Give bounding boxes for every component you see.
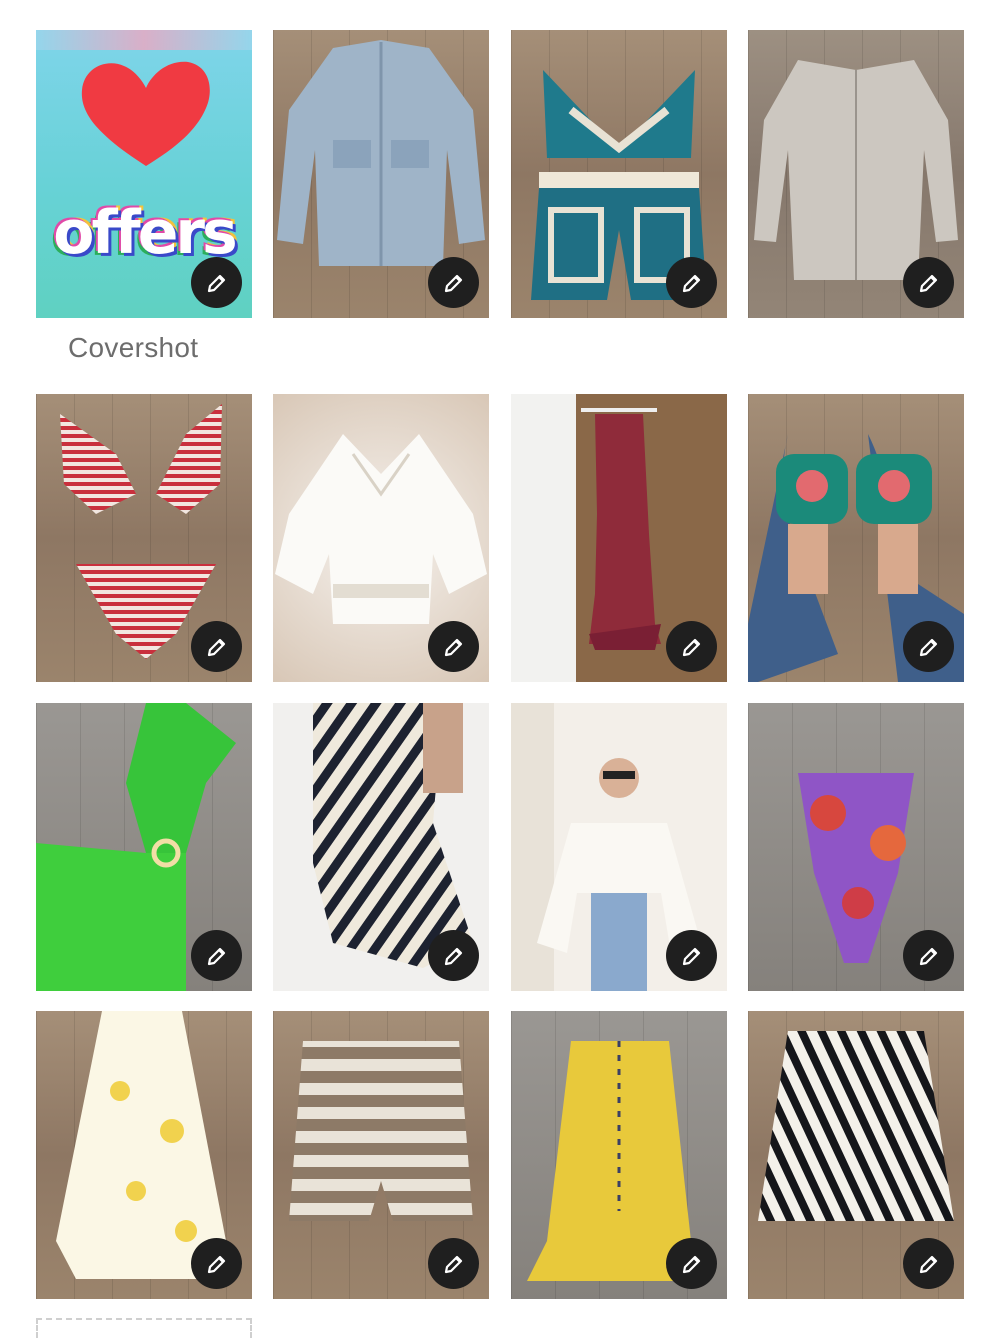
pencil-icon bbox=[682, 638, 700, 656]
edit-button[interactable] bbox=[428, 930, 479, 981]
edit-button[interactable] bbox=[903, 1238, 954, 1289]
pencil-icon bbox=[444, 638, 462, 656]
covershot-label: Covershot bbox=[68, 332, 199, 363]
pencil-icon bbox=[207, 638, 225, 656]
pencil-icon bbox=[207, 947, 225, 965]
pencil-icon bbox=[444, 1255, 462, 1273]
listing-photo-zebra-mini-skirt[interactable] bbox=[748, 1011, 964, 1299]
edit-button[interactable] bbox=[428, 1238, 479, 1289]
listing-photo-crochet-set[interactable] bbox=[511, 30, 727, 318]
listing-photo-embroidered-slides[interactable] bbox=[748, 394, 964, 682]
edit-button[interactable] bbox=[666, 257, 717, 308]
edit-button[interactable] bbox=[666, 1238, 717, 1289]
listing-photo-floral-swimsuit[interactable] bbox=[748, 703, 964, 991]
pencil-icon bbox=[919, 274, 937, 292]
listing-photo-white-tunic[interactable] bbox=[273, 394, 489, 682]
listing-photo-zebra-maxi-skirt[interactable] bbox=[273, 703, 489, 991]
heart-drawing bbox=[81, 61, 210, 167]
pencil-icon bbox=[207, 1255, 225, 1273]
edit-button[interactable] bbox=[666, 930, 717, 981]
listing-photo-white-eyelet-top[interactable] bbox=[511, 703, 727, 991]
listing-photo-striped-bikini[interactable] bbox=[36, 394, 252, 682]
edit-button[interactable] bbox=[191, 1238, 242, 1289]
edit-button[interactable] bbox=[191, 257, 242, 308]
cover-photo-tile[interactable]: offers bbox=[36, 30, 252, 318]
edit-button[interactable] bbox=[191, 930, 242, 981]
edit-button[interactable] bbox=[428, 621, 479, 672]
listing-photo-green-crochet-dress[interactable] bbox=[36, 703, 252, 991]
edit-button[interactable] bbox=[903, 257, 954, 308]
edit-button[interactable] bbox=[903, 621, 954, 672]
pencil-icon bbox=[444, 274, 462, 292]
listing-photo-denim-jacket[interactable] bbox=[273, 30, 489, 318]
listing-photo-yellow-ruched-skirt[interactable] bbox=[511, 1011, 727, 1299]
pencil-icon bbox=[919, 947, 937, 965]
listing-photo-red-slip-dress[interactable] bbox=[511, 394, 727, 682]
pencil-icon bbox=[444, 947, 462, 965]
edit-button[interactable] bbox=[666, 621, 717, 672]
edit-button[interactable] bbox=[903, 930, 954, 981]
listing-photo-knit-shorts[interactable] bbox=[273, 1011, 489, 1299]
listing-photo-yellow-floral-skirt[interactable] bbox=[36, 1011, 252, 1299]
pencil-icon bbox=[682, 947, 700, 965]
pencil-icon bbox=[207, 274, 225, 292]
pencil-icon bbox=[682, 274, 700, 292]
pencil-icon bbox=[919, 638, 937, 656]
pencil-icon bbox=[682, 1255, 700, 1273]
listing-photo-knit-cardigan[interactable] bbox=[748, 30, 964, 318]
edit-button[interactable] bbox=[191, 621, 242, 672]
pencil-icon bbox=[919, 1255, 937, 1273]
edit-button[interactable] bbox=[428, 257, 479, 308]
add-photo-placeholder[interactable] bbox=[36, 1318, 252, 1338]
